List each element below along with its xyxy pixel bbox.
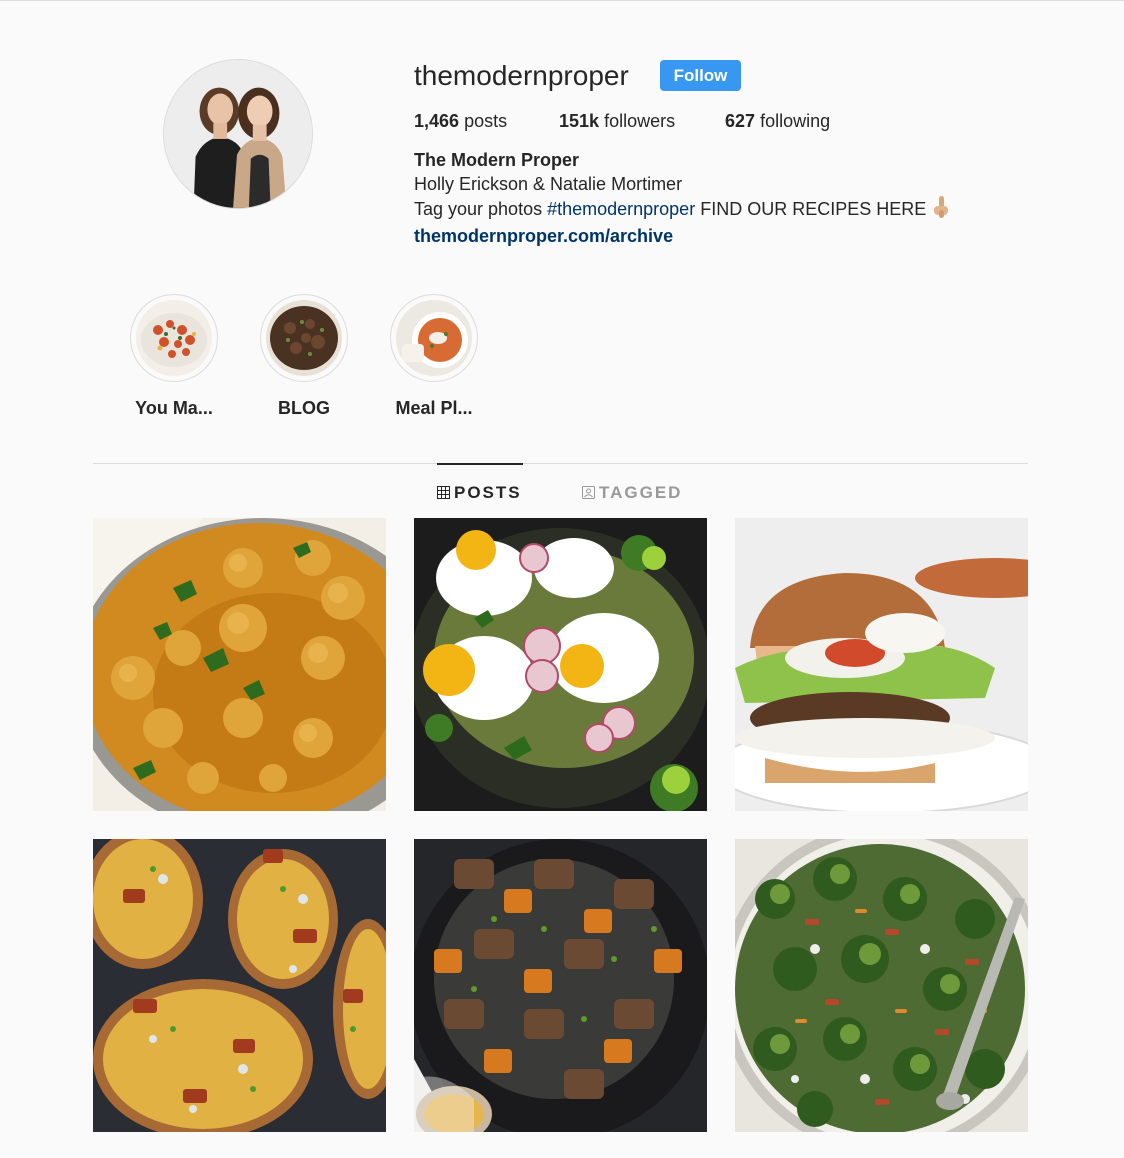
profile-avatar[interactable] <box>163 59 313 209</box>
highlight-item[interactable]: BLOG <box>260 294 348 419</box>
avatar-photo <box>164 60 312 208</box>
hashtag-link[interactable]: #themodernproper <box>547 199 695 219</box>
post-image <box>93 839 386 1132</box>
follow-button[interactable]: Follow <box>660 60 741 91</box>
tagged-icon <box>582 483 595 505</box>
bio-tag-prefix: Tag your photos <box>414 199 548 219</box>
following-count-value: 627 <box>725 111 756 131</box>
bio-line-tag: Tag your photos #themodernproper FIND OU… <box>414 196 952 224</box>
profile-username: themodernproper <box>414 60 629 91</box>
highlight-thumbnail <box>396 300 472 376</box>
followers-count-label: followers <box>604 111 676 131</box>
highlight-label: Meal Pl... <box>395 398 473 418</box>
post-thumbnail[interactable] <box>414 839 707 1132</box>
posts-count-label: posts <box>464 111 508 131</box>
tab-posts-label: POSTS <box>454 483 522 502</box>
post-thumbnail[interactable] <box>735 518 1028 811</box>
tab-posts[interactable]: POSTS <box>437 482 522 505</box>
post-image <box>93 518 386 811</box>
post-image <box>735 839 1028 1132</box>
following-count-label: following <box>760 111 831 131</box>
posts-count: 1,466 posts <box>414 109 507 133</box>
post-image <box>414 518 707 811</box>
post-thumbnail[interactable] <box>414 518 707 811</box>
tabs-divider <box>93 463 1028 464</box>
highlight-thumbnail <box>136 300 212 376</box>
profile-full-name: The Modern Proper <box>414 150 580 170</box>
active-tab-indicator <box>437 463 523 465</box>
highlight-ring[interactable] <box>260 294 348 382</box>
bio-website-link[interactable]: themodernproper.com/archive <box>414 224 952 248</box>
followers-count[interactable]: 151k followers <box>559 109 675 133</box>
highlight-ring[interactable] <box>390 294 478 382</box>
posts-count-value: 1,466 <box>414 111 460 131</box>
post-thumbnail[interactable] <box>93 839 386 1132</box>
post-image <box>414 839 707 1132</box>
followers-count-value: 151k <box>559 111 600 131</box>
post-thumbnail[interactable] <box>735 839 1028 1132</box>
highlight-item[interactable]: You Ma... <box>130 294 218 419</box>
highlight-thumbnail <box>266 300 342 376</box>
bio-tag-suffix: FIND OUR RECIPES HERE <box>695 199 927 219</box>
highlight-label: BLOG <box>278 398 330 418</box>
post-image <box>735 518 1028 811</box>
following-count[interactable]: 627 following <box>725 109 830 133</box>
top-border <box>0 0 1124 1</box>
tab-tagged[interactable]: TAGGED <box>582 482 682 505</box>
bio-line-names: Holly Erickson & Natalie Mortimer <box>414 174 683 194</box>
profile-bio: The Modern Proper Holly Erickson & Natal… <box>414 148 952 248</box>
pointing-down-hand-icon <box>932 196 952 224</box>
highlight-label: You Ma... <box>135 398 213 418</box>
highlight-item[interactable]: Meal Pl... <box>390 294 478 419</box>
post-thumbnail[interactable] <box>93 518 386 811</box>
tab-tagged-label: TAGGED <box>599 483 683 502</box>
highlight-ring[interactable] <box>130 294 218 382</box>
grid-icon <box>437 483 450 505</box>
